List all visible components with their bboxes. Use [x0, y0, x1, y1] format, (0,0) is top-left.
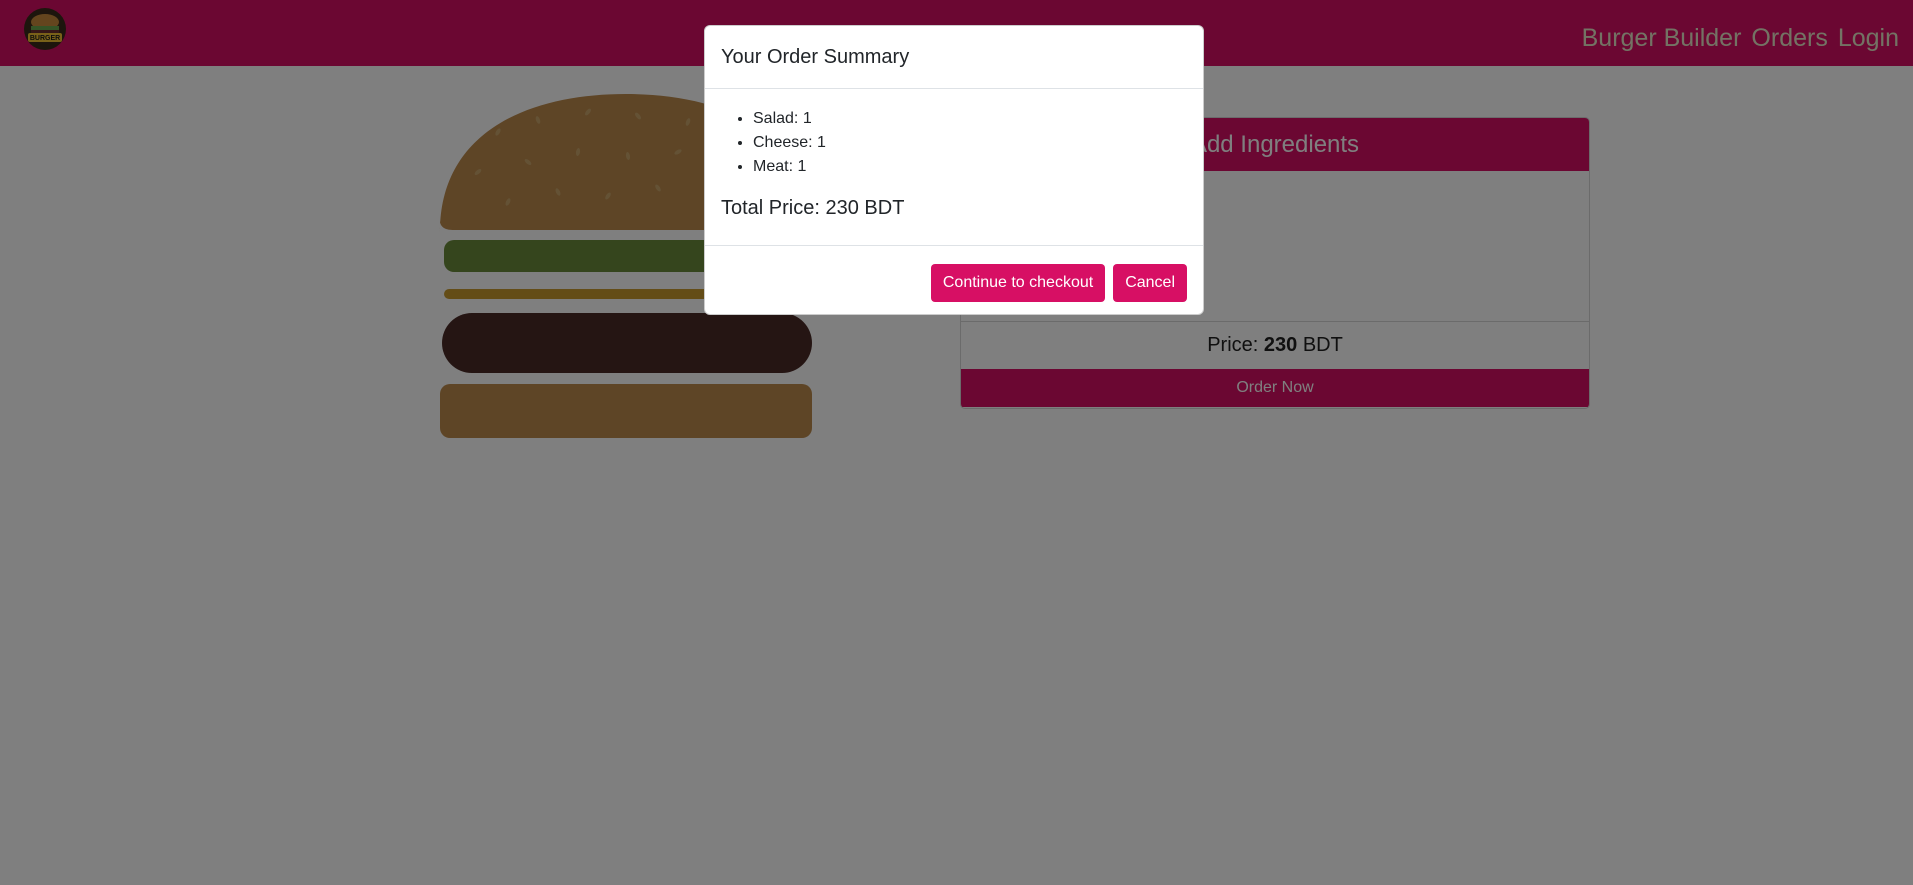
list-item: Meat: 1 [753, 155, 1187, 179]
list-item: Cheese: 1 [753, 131, 1187, 155]
modal-body: Salad: 1 Cheese: 1 Meat: 1 Total Price: … [705, 89, 1203, 246]
modal-footer: Continue to checkout Cancel [705, 246, 1203, 314]
order-summary-modal: Your Order Summary Salad: 1 Cheese: 1 Me… [704, 25, 1204, 315]
total-price: Total Price: 230 BDT [721, 197, 905, 219]
ingredient-list: Salad: 1 Cheese: 1 Meat: 1 [721, 107, 1187, 179]
cancel-button[interactable]: Cancel [1113, 264, 1187, 302]
continue-checkout-button[interactable]: Continue to checkout [930, 264, 1106, 302]
list-item: Salad: 1 [753, 107, 1187, 131]
modal-title: Your Order Summary [705, 26, 1203, 89]
